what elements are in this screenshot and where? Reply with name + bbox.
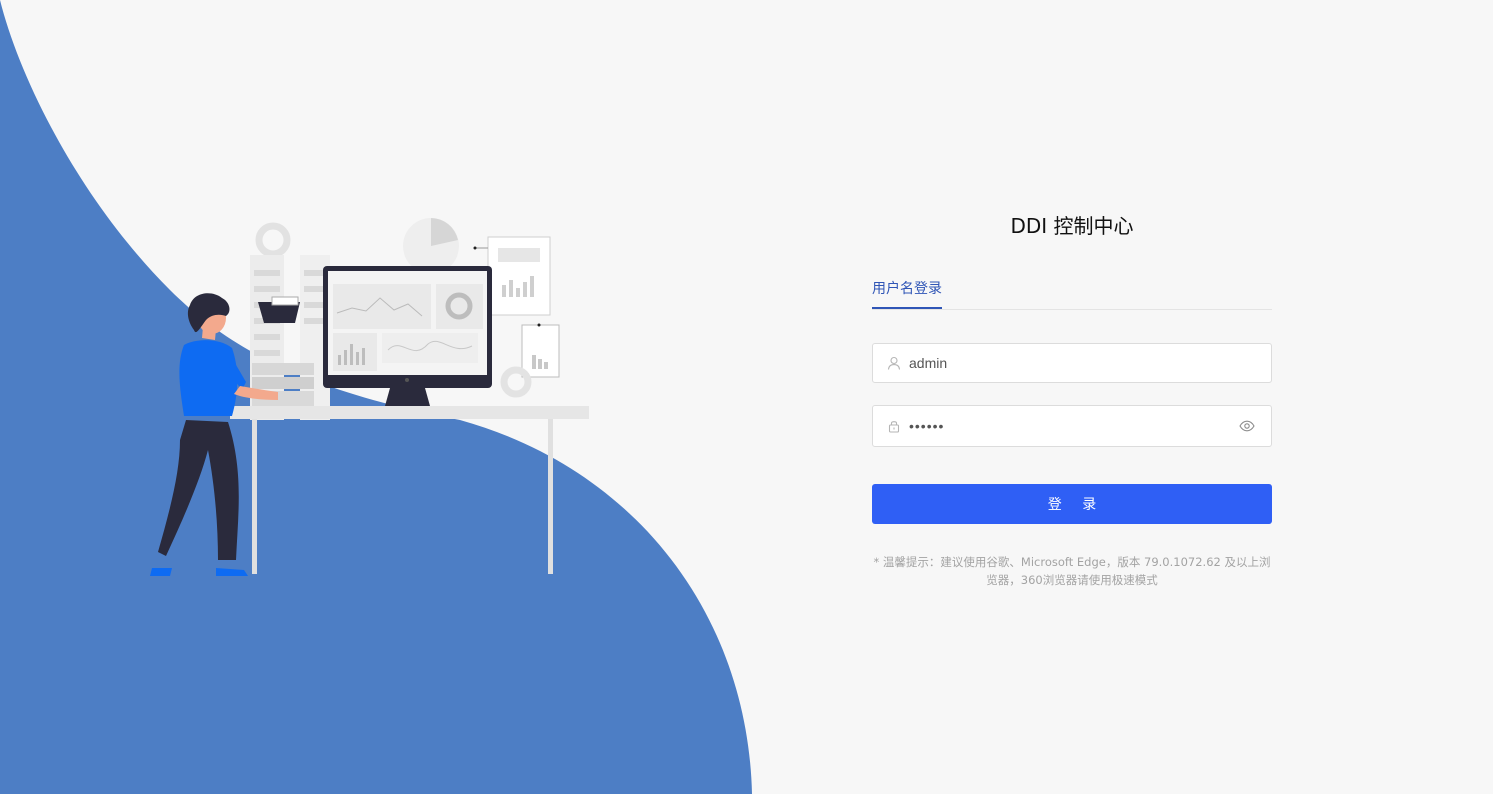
password-field[interactable] (872, 405, 1272, 447)
tab-username-login[interactable]: 用户名登录 (872, 278, 942, 309)
password-input[interactable] (909, 418, 1239, 434)
login-tabs: 用户名登录 (872, 278, 1272, 310)
user-icon (887, 356, 901, 370)
lock-icon (887, 419, 901, 433)
eye-icon[interactable] (1239, 418, 1255, 434)
page-title: DDI 控制中心 (1010, 214, 1134, 238)
login-button[interactable]: 登 录 (872, 484, 1272, 524)
login-panel: DDI 控制中心 用户名登录 登 录 * 温馨提示：建议使用谷歌、Microso… (872, 0, 1272, 794)
browser-tip: * 温馨提示：建议使用谷歌、Microsoft Edge，版本 79.0.107… (873, 555, 1271, 587)
workspace-illustration (150, 218, 589, 576)
username-field[interactable] (872, 343, 1272, 383)
username-input[interactable] (909, 355, 1271, 371)
